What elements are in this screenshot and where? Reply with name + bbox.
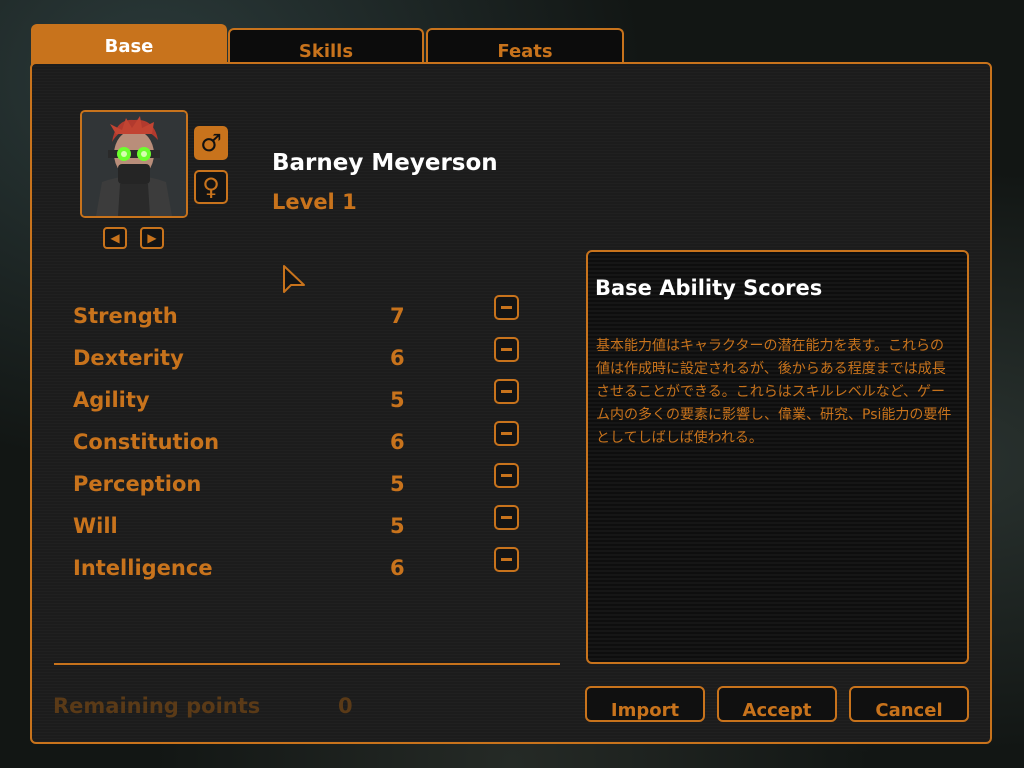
minus-icon <box>501 558 512 561</box>
tab-skills[interactable]: Skills <box>228 28 424 66</box>
decrease-dexterity-button[interactable] <box>494 337 519 362</box>
decrease-agility-button[interactable] <box>494 379 519 404</box>
portrait-image <box>82 112 186 216</box>
minus-icon <box>501 390 512 393</box>
description-title: Base Ability Scores <box>595 276 823 300</box>
attribute-value-intelligence: 6 <box>390 556 405 580</box>
attribute-label-dexterity: Dexterity <box>73 346 184 370</box>
attribute-label-perception: Perception <box>73 472 202 496</box>
attribute-value-dexterity: 6 <box>390 346 405 370</box>
minus-icon <box>501 516 512 519</box>
description-text: 基本能力値はキャラクターの潜在能力を表す。これらの値は作成時に設定されるが、後か… <box>596 338 952 446</box>
character-name: Barney Meyerson <box>272 150 498 176</box>
minus-icon <box>501 432 512 435</box>
arrow-right-icon: ▶ <box>147 231 157 245</box>
attribute-value-constitution: 6 <box>390 430 405 454</box>
prev-portrait-button[interactable]: ◀ <box>103 227 127 249</box>
male-button[interactable]: ♂ <box>194 126 228 160</box>
decrease-constitution-button[interactable] <box>494 421 519 446</box>
accept-button[interactable]: Accept <box>717 686 837 722</box>
tab-base[interactable]: Base <box>31 24 227 66</box>
attribute-value-agility: 5 <box>390 388 405 412</box>
remaining-points-value: 0 <box>338 694 353 718</box>
attribute-label-intelligence: Intelligence <box>73 556 213 580</box>
minus-icon <box>501 306 512 309</box>
decrease-intelligence-button[interactable] <box>494 547 519 572</box>
decrease-will-button[interactable] <box>494 505 519 530</box>
next-portrait-button[interactable]: ▶ <box>140 227 164 249</box>
female-icon: ♀ <box>202 173 220 201</box>
character-level: Level 1 <box>272 190 357 214</box>
arrow-left-icon: ◀ <box>110 231 120 245</box>
attribute-label-agility: Agility <box>73 388 150 412</box>
minus-icon <box>501 348 512 351</box>
attribute-value-strength: 7 <box>390 304 405 328</box>
cancel-button[interactable]: Cancel <box>849 686 969 722</box>
minus-icon <box>501 474 512 477</box>
male-icon: ♂ <box>200 129 222 157</box>
divider <box>54 663 560 665</box>
attribute-value-perception: 5 <box>390 472 405 496</box>
description-box <box>586 250 969 664</box>
attribute-label-strength: Strength <box>73 304 178 328</box>
mouse-cursor-icon <box>283 265 305 293</box>
character-portrait <box>80 110 188 218</box>
female-button[interactable]: ♀ <box>194 170 228 204</box>
remaining-points-label: Remaining points <box>53 694 261 718</box>
import-button[interactable]: Import <box>585 686 705 722</box>
attribute-label-constitution: Constitution <box>73 430 220 454</box>
tab-feats[interactable]: Feats <box>426 28 624 66</box>
attribute-label-will: Will <box>73 514 118 538</box>
attribute-value-will: 5 <box>390 514 405 538</box>
decrease-perception-button[interactable] <box>494 463 519 488</box>
decrease-strength-button[interactable] <box>494 295 519 320</box>
